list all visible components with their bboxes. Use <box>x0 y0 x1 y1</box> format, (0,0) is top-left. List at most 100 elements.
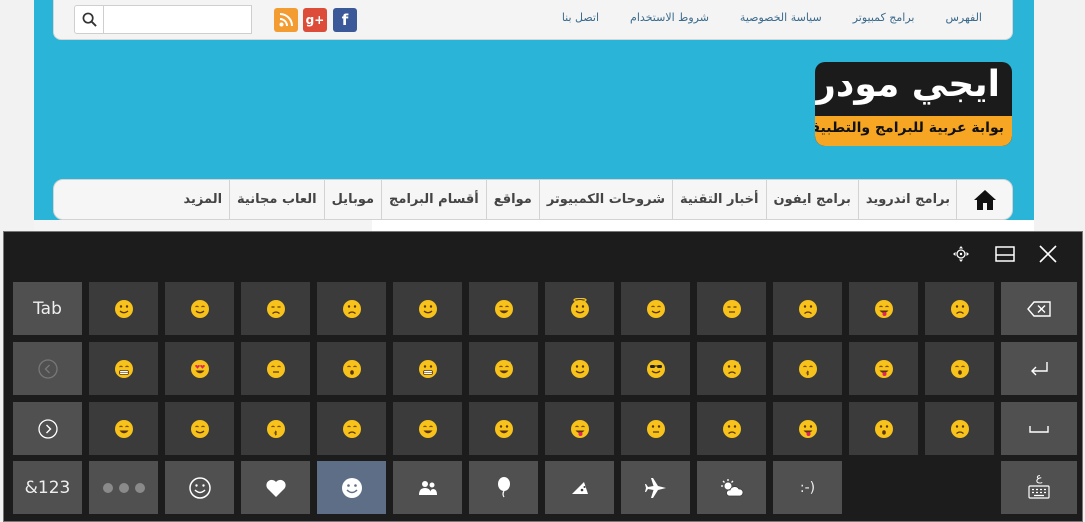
emoji-category-people[interactable] <box>393 461 462 514</box>
nav-item-iphone[interactable]: برامج ايفون <box>765 180 858 219</box>
rss-icon <box>279 13 293 27</box>
emoji-key[interactable] <box>241 282 310 335</box>
logo-band: بوابة عربية للبرامج والتطبيقات <box>815 116 1012 146</box>
emoji-key[interactable] <box>393 402 462 455</box>
top-link-privacy[interactable]: سياسة الخصوصية <box>740 11 822 24</box>
search-icon <box>82 12 97 27</box>
emoji-key[interactable] <box>469 342 538 395</box>
emoji-key[interactable] <box>545 402 614 455</box>
emoji-key[interactable] <box>89 342 158 395</box>
emoji-key[interactable] <box>317 402 386 455</box>
emoji-key[interactable] <box>621 402 690 455</box>
heart-icon <box>265 479 286 497</box>
google-plus-icon: g+ <box>305 13 325 27</box>
emoji-key[interactable] <box>697 282 766 335</box>
nav-item-tech-news[interactable]: أخبار التقنية <box>671 180 766 219</box>
emoji-category-recent-dots[interactable] <box>89 461 158 514</box>
laugh-sweat-emoji-icon <box>494 359 513 378</box>
balloon-icon <box>497 476 510 497</box>
top-link-terms[interactable]: شروط الاستخدام <box>630 11 709 24</box>
emoji-key[interactable] <box>545 342 614 395</box>
next-page-key[interactable] <box>13 402 82 455</box>
google-plus-button[interactable]: g+ <box>303 8 327 32</box>
emoji-key[interactable] <box>697 402 766 455</box>
emoji-key[interactable] <box>89 282 158 335</box>
emoji-category-weather[interactable] <box>697 461 766 514</box>
emoji-key[interactable] <box>317 282 386 335</box>
emoji-key[interactable] <box>89 402 158 455</box>
keyboard-move-button[interactable] <box>947 242 975 266</box>
top-link-computer-programs[interactable]: برامج كمبيوتر <box>853 11 915 24</box>
emoji-key[interactable] <box>849 342 918 395</box>
nav-item-program-sections[interactable]: أقسام البرامج <box>381 180 486 219</box>
emoji-category-balloon[interactable] <box>469 461 538 514</box>
emoji-key[interactable] <box>773 342 842 395</box>
emoji-key[interactable] <box>165 342 234 395</box>
worried-emoji-icon <box>798 299 817 318</box>
emoji-key[interactable] <box>849 402 918 455</box>
top-link-index[interactable]: الفهرس <box>945 11 982 24</box>
halo-emoji-icon <box>570 297 589 318</box>
keyboard-close-button[interactable] <box>1034 242 1062 266</box>
emoji-key[interactable] <box>165 402 234 455</box>
emoji-key[interactable] <box>621 342 690 395</box>
tab-key-label: Tab <box>33 298 62 319</box>
emoji-category-smiley-outline[interactable] <box>165 461 234 514</box>
emoji-key[interactable] <box>925 402 994 455</box>
backspace-key[interactable] <box>1001 282 1077 335</box>
emoji-key[interactable] <box>317 342 386 395</box>
heart-eyes-emoji-icon <box>190 359 209 378</box>
emoji-category-pizza[interactable] <box>545 461 614 514</box>
top-link-contact[interactable]: اتصل بنا <box>562 11 599 24</box>
search-input[interactable] <box>104 5 252 34</box>
emoji-key[interactable] <box>165 282 234 335</box>
nav-item-free-games[interactable]: العاب مجانية <box>229 180 324 219</box>
smiley-outline-icon <box>188 476 211 499</box>
nav-item-websites[interactable]: مواقع <box>485 180 539 219</box>
smile-emoji-icon <box>190 299 209 318</box>
nav-item-mobile[interactable]: موبايل <box>323 180 381 219</box>
facebook-icon: f <box>341 11 349 29</box>
tongue-wink-emoji-icon <box>874 359 893 378</box>
facebook-button[interactable]: f <box>333 8 357 32</box>
site-logo[interactable]: ايجي مودرن بوابة عربية للبرامج والتطبيقا… <box>815 62 1012 146</box>
space-key[interactable] <box>1001 402 1077 455</box>
joy-emoji-icon <box>114 419 133 438</box>
emoji-key[interactable] <box>697 342 766 395</box>
grin-emoji-icon <box>494 299 513 318</box>
keyboard-icon-wrap <box>1028 484 1050 503</box>
nav-item-computer-tutorials[interactable]: شروحات الكمبيوتر <box>538 180 672 219</box>
emoji-key[interactable] <box>849 282 918 335</box>
rss-button[interactable] <box>274 8 298 32</box>
emoji-key[interactable] <box>545 282 614 335</box>
keyboard-dock-button[interactable] <box>991 242 1019 266</box>
emoji-key[interactable] <box>469 282 538 335</box>
emoji-category-airplane[interactable] <box>621 461 690 514</box>
slight-smile-emoji-icon <box>418 299 437 318</box>
emoji-key[interactable] <box>773 282 842 335</box>
emoji-key[interactable] <box>393 342 462 395</box>
open-mouth-emoji-icon <box>874 419 893 438</box>
emoji-key[interactable] <box>773 402 842 455</box>
emoji-key[interactable] <box>393 282 462 335</box>
touch-keyboard: Tab &123 :-) ع <box>3 231 1083 522</box>
emoji-key[interactable] <box>925 342 994 395</box>
grin-teeth-emoji-icon <box>114 359 133 378</box>
search-button[interactable] <box>74 5 104 34</box>
emoji-key[interactable] <box>241 342 310 395</box>
home-button[interactable] <box>956 180 1012 219</box>
emoji-key[interactable] <box>241 402 310 455</box>
emoji-key[interactable] <box>621 282 690 335</box>
emoticon-text-key[interactable]: :-) <box>773 461 842 514</box>
language-keyboard-key[interactable]: ع <box>1001 461 1077 514</box>
emoji-category-smiley[interactable] <box>317 461 386 514</box>
close-icon <box>1039 245 1057 263</box>
emoji-key[interactable] <box>469 402 538 455</box>
numbers-symbols-key[interactable]: &123 <box>13 461 82 514</box>
nav-item-android[interactable]: برامج اندرويد <box>857 180 957 219</box>
tab-key[interactable]: Tab <box>13 282 82 335</box>
emoji-category-heart[interactable] <box>241 461 310 514</box>
nav-item-more[interactable]: المزيد <box>177 180 230 219</box>
enter-key[interactable] <box>1001 342 1077 395</box>
emoji-key[interactable] <box>925 282 994 335</box>
